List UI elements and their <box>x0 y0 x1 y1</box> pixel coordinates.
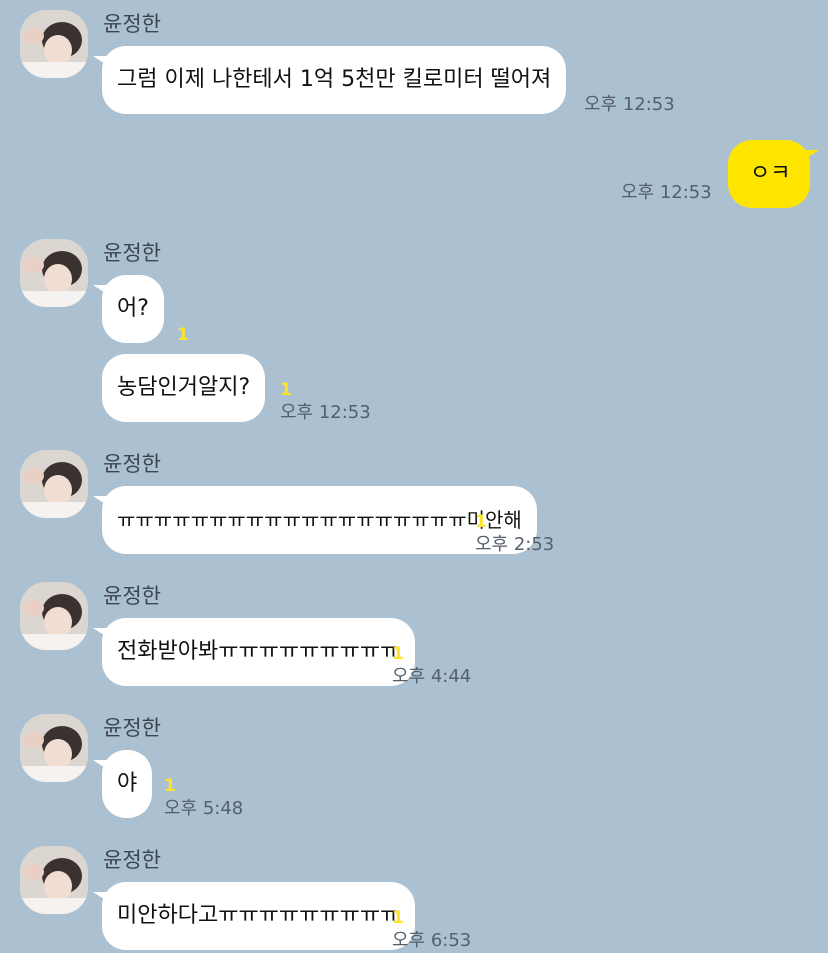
unread-count: 1 <box>177 325 189 345</box>
sender-name: 윤정한 <box>103 848 161 872</box>
message-time: 오후 2:53 <box>475 534 555 555</box>
sender-name: 윤정한 <box>103 12 161 36</box>
unread-count: 1 <box>392 908 404 928</box>
message-time: 오후 12:53 <box>280 402 371 423</box>
contact-avatar[interactable] <box>20 846 88 914</box>
sender-name: 윤정한 <box>103 584 161 608</box>
sender-name: 윤정한 <box>103 241 161 265</box>
message-time: 오후 5:48 <box>164 798 244 819</box>
contact-avatar[interactable] <box>20 10 88 78</box>
sender-name: 윤정한 <box>103 452 161 476</box>
contact-avatar[interactable] <box>20 239 88 307</box>
contact-avatar[interactable] <box>20 714 88 782</box>
my-message-bubble[interactable]: ㅇㅋ <box>728 140 819 208</box>
message-bubble[interactable]: 야 <box>92 750 153 818</box>
unread-count: 1 <box>475 512 487 532</box>
message-time: 오후 6:53 <box>392 930 472 951</box>
message-time: 오후 12:53 <box>584 94 675 115</box>
unread-count: 1 <box>280 380 292 400</box>
contact-avatar[interactable] <box>20 450 88 518</box>
contact-avatar[interactable] <box>20 582 88 650</box>
message-bubble[interactable]: 어? <box>93 275 164 343</box>
message-time: 오후 12:53 <box>621 182 712 203</box>
message-bubble[interactable]: 미안하다고ㅠㅠㅠㅠㅠㅠㅠㅠㅠ <box>92 882 416 950</box>
message-bubble[interactable]: ㅠㅠㅠㅠㅠㅠㅠㅠㅠㅠㅠㅠㅠㅠㅠㅠㅠㅠㅠ미안해 <box>93 486 537 554</box>
message-bubble[interactable]: 전화받아봐ㅠㅠㅠㅠㅠㅠㅠㅠㅠ <box>92 618 416 686</box>
unread-count: 1 <box>164 776 176 796</box>
message-time: 오후 4:44 <box>392 666 472 687</box>
message-bubble[interactable]: 농담인거알지? <box>102 354 266 422</box>
sender-name: 윤정한 <box>103 716 161 740</box>
message-bubble[interactable]: 그럼 이제 나한테서 1억 5천만 킬로미터 떨어져 <box>92 46 567 114</box>
unread-count: 1 <box>392 644 404 664</box>
